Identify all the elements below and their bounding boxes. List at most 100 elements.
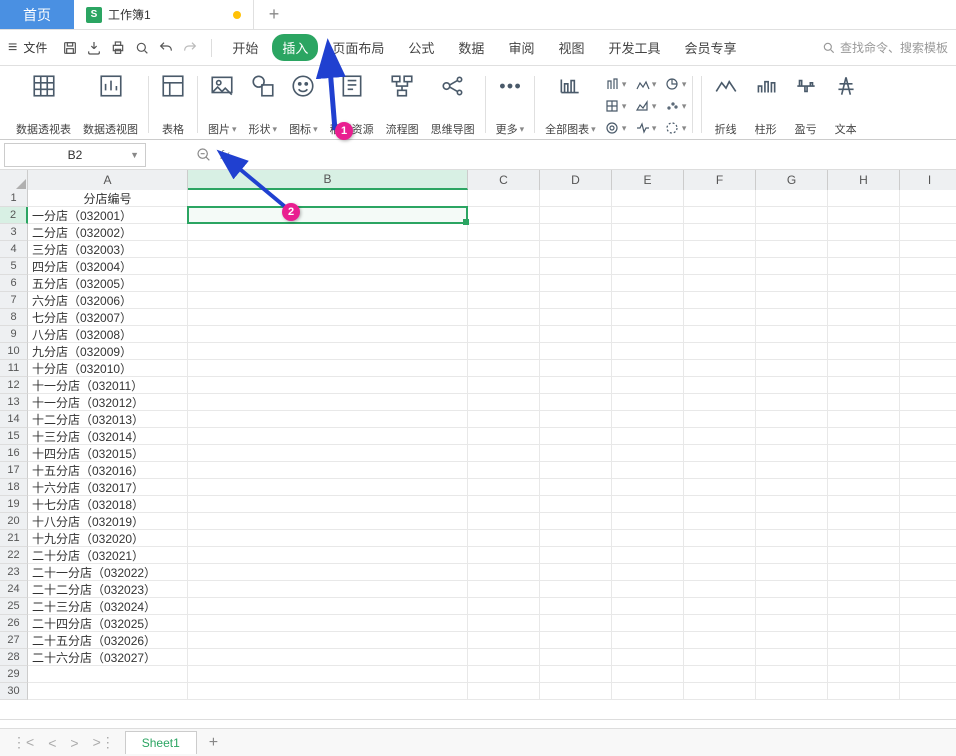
cell[interactable] <box>828 683 900 700</box>
cell[interactable] <box>828 479 900 496</box>
cell[interactable] <box>756 360 828 377</box>
cell[interactable] <box>900 615 956 632</box>
cell[interactable] <box>756 564 828 581</box>
cell[interactable] <box>612 224 684 241</box>
cell[interactable] <box>540 462 612 479</box>
cell[interactable] <box>540 292 612 309</box>
col-header-A[interactable]: A <box>28 170 188 190</box>
cell[interactable]: 二十五分店（032026） <box>28 632 188 649</box>
cell[interactable] <box>188 343 468 360</box>
cell[interactable] <box>900 632 956 649</box>
cell[interactable] <box>684 275 756 292</box>
cell[interactable] <box>900 530 956 547</box>
cell[interactable] <box>612 598 684 615</box>
cell[interactable] <box>684 598 756 615</box>
cell[interactable] <box>828 241 900 258</box>
cell[interactable] <box>684 377 756 394</box>
row-header[interactable]: 7 <box>0 292 28 309</box>
cell[interactable] <box>828 377 900 394</box>
cell[interactable] <box>612 479 684 496</box>
row-header[interactable]: 19 <box>0 496 28 513</box>
cell[interactable] <box>540 649 612 666</box>
cell[interactable] <box>828 564 900 581</box>
row-header[interactable]: 15 <box>0 428 28 445</box>
cell[interactable] <box>540 632 612 649</box>
cell[interactable] <box>756 309 828 326</box>
row-header[interactable]: 6 <box>0 275 28 292</box>
ribbon-图标[interactable]: 图标▾ <box>283 72 324 137</box>
cell[interactable] <box>756 462 828 479</box>
cell[interactable] <box>188 649 468 666</box>
cell[interactable] <box>828 649 900 666</box>
menu-tab-开发工具[interactable]: 开发工具 <box>598 34 670 61</box>
cell[interactable] <box>612 394 684 411</box>
cell[interactable] <box>540 547 612 564</box>
cell[interactable] <box>540 666 612 683</box>
cell[interactable] <box>756 241 828 258</box>
cell[interactable] <box>756 496 828 513</box>
cell[interactable] <box>900 496 956 513</box>
cell[interactable] <box>756 615 828 632</box>
cell[interactable] <box>684 360 756 377</box>
cell[interactable] <box>900 649 956 666</box>
cell[interactable] <box>468 445 540 462</box>
cell[interactable] <box>540 428 612 445</box>
chart-type-icon[interactable]: ▾ <box>662 96 688 116</box>
row-header[interactable]: 8 <box>0 309 28 326</box>
chart-type-icon[interactable]: ▾ <box>602 118 628 138</box>
cell[interactable] <box>540 615 612 632</box>
cell[interactable] <box>756 683 828 700</box>
chart-type-icon[interactable]: ▾ <box>632 118 658 138</box>
cell[interactable] <box>188 241 468 258</box>
cell[interactable]: 四分店（032004） <box>28 258 188 275</box>
cell[interactable] <box>900 462 956 479</box>
cell[interactable] <box>468 360 540 377</box>
cell[interactable] <box>756 666 828 683</box>
cell[interactable] <box>684 666 756 683</box>
row-header[interactable]: 13 <box>0 394 28 411</box>
cell[interactable] <box>612 462 684 479</box>
select-all-corner[interactable] <box>0 170 28 190</box>
cell[interactable] <box>540 496 612 513</box>
col-header-G[interactable]: G <box>756 170 828 190</box>
cell[interactable] <box>684 241 756 258</box>
cell[interactable] <box>468 275 540 292</box>
sheet-nav-next[interactable]: > <box>66 735 82 751</box>
cell[interactable]: 二十四分店（032025） <box>28 615 188 632</box>
cell[interactable] <box>540 258 612 275</box>
menu-tab-会员专享[interactable]: 会员专享 <box>674 34 746 61</box>
cell[interactable]: 十七分店（032018） <box>28 496 188 513</box>
cell[interactable] <box>684 445 756 462</box>
row-header[interactable]: 23 <box>0 564 28 581</box>
cell[interactable] <box>900 326 956 343</box>
cell[interactable] <box>900 666 956 683</box>
cell[interactable] <box>188 462 468 479</box>
menu-tab-插入[interactable]: 插入 <box>272 34 318 61</box>
cell[interactable] <box>684 547 756 564</box>
cell[interactable]: 十八分店（032019） <box>28 513 188 530</box>
cell[interactable] <box>756 411 828 428</box>
col-header-C[interactable]: C <box>468 170 540 190</box>
cell[interactable] <box>468 462 540 479</box>
cell[interactable]: 十三分店（032014） <box>28 428 188 445</box>
cell[interactable] <box>468 309 540 326</box>
export-icon[interactable] <box>83 37 105 59</box>
cell[interactable] <box>468 513 540 530</box>
cell[interactable] <box>540 564 612 581</box>
fx-button[interactable]: fx <box>220 148 229 162</box>
cell[interactable] <box>684 190 756 207</box>
cell[interactable] <box>900 513 956 530</box>
cell[interactable] <box>828 275 900 292</box>
cell[interactable] <box>684 513 756 530</box>
cell[interactable] <box>756 581 828 598</box>
command-search[interactable]: 查找命令、搜索模板 <box>822 39 948 56</box>
cell[interactable] <box>468 666 540 683</box>
row-header[interactable]: 27 <box>0 632 28 649</box>
cell[interactable] <box>684 343 756 360</box>
cell[interactable] <box>612 241 684 258</box>
row-header[interactable]: 5 <box>0 258 28 275</box>
row-header[interactable]: 25 <box>0 598 28 615</box>
cell[interactable] <box>612 649 684 666</box>
row-header[interactable]: 21 <box>0 530 28 547</box>
cell[interactable] <box>756 224 828 241</box>
